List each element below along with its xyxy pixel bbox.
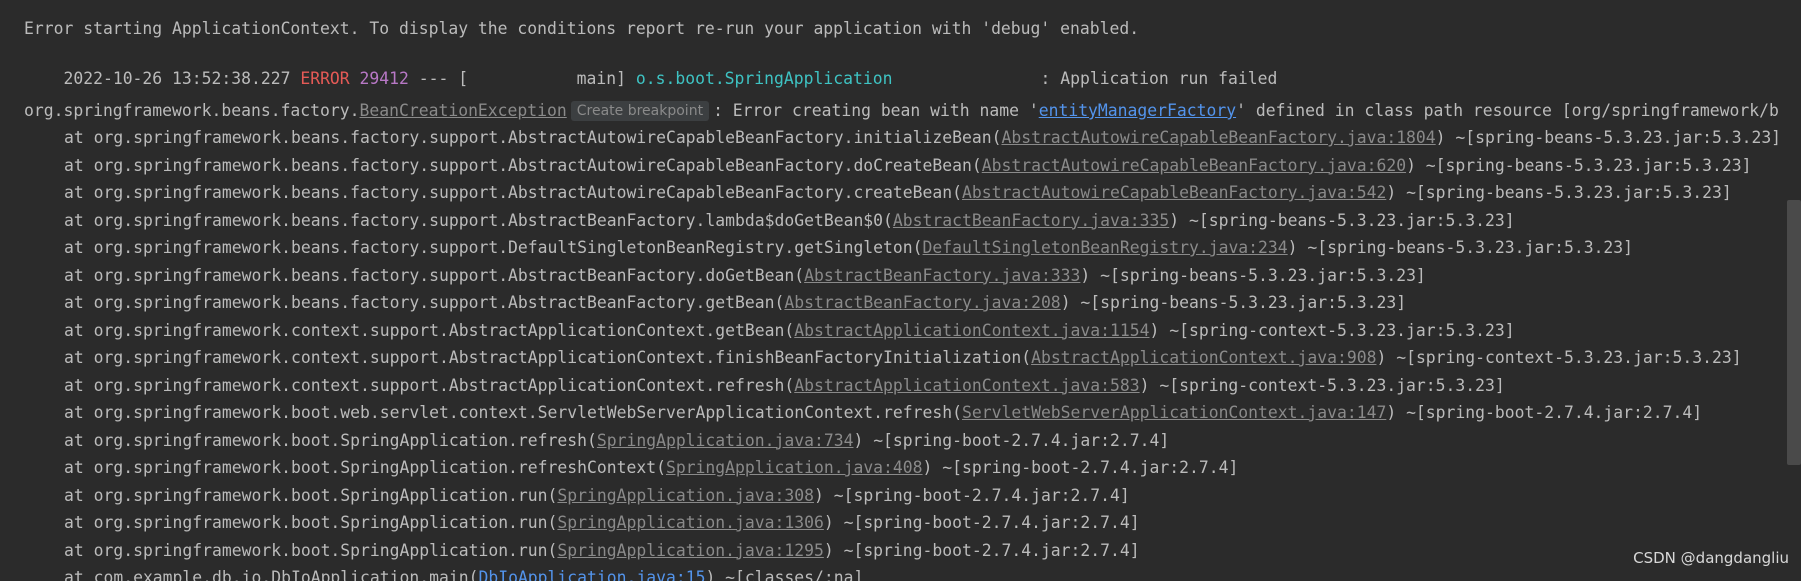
frame-jar: ) ~[spring-beans-5.3.23.jar:5.3.23] (1169, 210, 1515, 230)
frame-method: at org.springframework.beans.factory.sup… (64, 293, 785, 312)
frame-method: at org.springframework.context.support.A… (64, 320, 795, 340)
frame-method: at org.springframework.boot.SpringApplic… (64, 430, 597, 450)
frame-jar: ) ~[spring-context-5.3.23.jar:5.3.23] (1149, 320, 1515, 340)
create-breakpoint-button[interactable]: Create breakpoint (570, 101, 710, 121)
stack-frame: at org.springframework.context.support.A… (24, 319, 1515, 343)
frame-source-link[interactable]: AbstractBeanFactory.java:208 (784, 293, 1060, 312)
frame-source-link[interactable]: SpringApplication.java:408 (666, 458, 923, 477)
frame-source-link[interactable]: DefaultSingletonBeanRegistry.java:234 (923, 238, 1288, 257)
frame-jar: ) ~[spring-boot-2.7.4.jar:2.7.4] (1386, 403, 1703, 422)
stack-frame: at org.springframework.beans.factory.sup… (24, 291, 1406, 315)
log-timestamp: 2022-10-26 13:52:38.227 (63, 69, 291, 88)
stack-frame: at org.springframework.boot.SpringApplic… (24, 511, 1140, 535)
frame-jar: ) ~[spring-boot-2.7.4.jar:2.7.4] (813, 485, 1130, 505)
frame-jar: ) ~[spring-context-5.3.23.jar:5.3.23] (1139, 375, 1505, 395)
frame-source-link[interactable]: AbstractApplicationContext.java:1154 (794, 321, 1149, 340)
frame-source-link[interactable]: SpringApplication.java:1306 (557, 513, 823, 532)
frame-jar: ) ~[spring-beans-5.3.23.jar:5.3.23] (1060, 293, 1407, 312)
frame-method: at com.example.db.io.DbIoApplication.mai… (64, 568, 479, 581)
frame-jar: ) ~[spring-boot-2.7.4.jar:2.7.4] (823, 513, 1140, 532)
stack-frame: at org.springframework.boot.SpringApplic… (24, 484, 1130, 508)
stack-frame: at org.springframework.boot.SpringApplic… (24, 429, 1169, 453)
frame-method: at org.springframework.boot.SpringApplic… (64, 540, 558, 560)
frame-jar: ) ~[spring-beans-5.3.23.jar:5.3.23] (1406, 155, 1752, 175)
exception-class-link[interactable]: BeanCreationException (360, 101, 567, 120)
frame-method: at org.springframework.context.support.A… (64, 375, 795, 395)
stack-frame: at org.springframework.context.support.A… (24, 346, 1742, 370)
frame-method: at org.springframework.beans.factory.sup… (64, 238, 923, 257)
header-message: Error starting ApplicationContext. To di… (24, 19, 1140, 38)
exception-message-before: : Error creating bean with name ' (713, 101, 1039, 120)
frame-jar: ) ~[spring-boot-2.7.4.jar:2.7.4] (823, 540, 1140, 560)
frame-source-link[interactable]: SpringApplication.java:734 (597, 431, 854, 450)
watermark: CSDN @dangdangliu (1633, 549, 1789, 567)
frame-jar: ) ~[spring-beans-5.3.23.jar:5.3.23] (1435, 128, 1782, 147)
frame-jar: ) ~[spring-boot-2.7.4.jar:2.7.4] (922, 458, 1239, 477)
log-line: 2022-10-26 13:52:38.227 ERROR 29412 --- … (24, 43, 1277, 88)
console-output[interactable]: Error starting ApplicationContext. To di… (0, 0, 1801, 581)
stack-frame: at org.springframework.beans.factory.sup… (24, 181, 1732, 205)
frame-method: at org.springframework.context.support.A… (64, 348, 1032, 367)
frame-method: at org.springframework.beans.factory.sup… (64, 210, 893, 230)
frame-jar: ) ~[spring-beans-5.3.23.jar:5.3.23] (1287, 238, 1634, 257)
frame-source-link[interactable]: SpringApplication.java:1295 (557, 541, 823, 560)
log-pid: 29412 (359, 69, 409, 88)
stack-frame: at com.example.db.io.DbIoApplication.mai… (24, 566, 863, 581)
exception-message-after: ' defined in class path resource [org/sp… (1236, 101, 1779, 120)
vertical-scrollbar-thumb[interactable] (1787, 200, 1801, 465)
bean-name-link[interactable]: entityManagerFactory (1039, 101, 1236, 120)
frame-source-link[interactable]: AbstractBeanFactory.java:335 (893, 211, 1169, 230)
stack-frame: at org.springframework.beans.factory.sup… (24, 264, 1426, 288)
frame-source-link[interactable]: AbstractApplicationContext.java:908 (1031, 348, 1376, 367)
frame-jar: ) ~[spring-beans-5.3.23.jar:5.3.23] (1386, 183, 1732, 202)
frame-source-link[interactable]: AbstractBeanFactory.java:333 (804, 266, 1080, 285)
log-message: : Application run failed (1040, 69, 1278, 88)
log-logger: o.s.boot.SpringApplication (635, 69, 893, 88)
frame-source-link[interactable]: SpringApplication.java:308 (557, 486, 814, 505)
frame-method: at org.springframework.boot.SpringApplic… (64, 513, 558, 532)
stack-frame: at org.springframework.context.support.A… (24, 374, 1505, 398)
frame-method: at org.springframework.beans.factory.sup… (64, 183, 962, 202)
frame-jar: ) ~[spring-beans-5.3.23.jar:5.3.23] (1080, 265, 1426, 285)
stack-frame: at org.springframework.beans.factory.sup… (24, 154, 1751, 178)
stack-frame: at org.springframework.beans.factory.sup… (24, 236, 1633, 260)
stack-frame: at org.springframework.boot.SpringApplic… (24, 539, 1140, 563)
frame-jar: ) ~[spring-boot-2.7.4.jar:2.7.4] (853, 430, 1170, 450)
frame-method: at org.springframework.boot.SpringApplic… (64, 458, 666, 477)
frame-source-link[interactable]: AbstractAutowireCapableBeanFactory.java:… (962, 183, 1386, 202)
frame-source-link[interactable]: DbIoApplication.java:15 (478, 568, 705, 581)
log-sep: --- [ (418, 69, 469, 88)
frame-source-link[interactable]: AbstractAutowireCapableBeanFactory.java:… (1001, 128, 1435, 147)
log-level: ERROR (300, 69, 350, 88)
frame-method: at org.springframework.boot.web.servlet.… (64, 403, 962, 422)
frame-jar: ) ~[classes/:na] (705, 568, 864, 581)
frame-source-link[interactable]: ServletWebServerApplicationContext.java:… (962, 403, 1386, 422)
log-thread: main] (468, 69, 626, 88)
frame-method: at org.springframework.boot.SpringApplic… (64, 485, 558, 505)
stack-frame: at org.springframework.beans.factory.sup… (24, 126, 1781, 150)
frame-method: at org.springframework.beans.factory.sup… (64, 155, 982, 175)
frame-source-link[interactable]: AbstractAutowireCapableBeanFactory.java:… (982, 156, 1406, 175)
frame-method: at org.springframework.beans.factory.sup… (64, 265, 805, 285)
frame-source-link[interactable]: AbstractApplicationContext.java:583 (794, 376, 1139, 395)
exception-line: org.springframework.beans.factory.BeanCr… (24, 99, 1779, 123)
frame-jar: ) ~[spring-context-5.3.23.jar:5.3.23] (1376, 348, 1742, 367)
frame-method: at org.springframework.beans.factory.sup… (64, 128, 1002, 147)
stack-frame: at org.springframework.beans.factory.sup… (24, 209, 1515, 233)
stack-frame: at org.springframework.boot.web.servlet.… (24, 401, 1702, 425)
exception-prefix: org.springframework.beans.factory. (24, 101, 360, 120)
stack-frame: at org.springframework.boot.SpringApplic… (24, 456, 1238, 480)
